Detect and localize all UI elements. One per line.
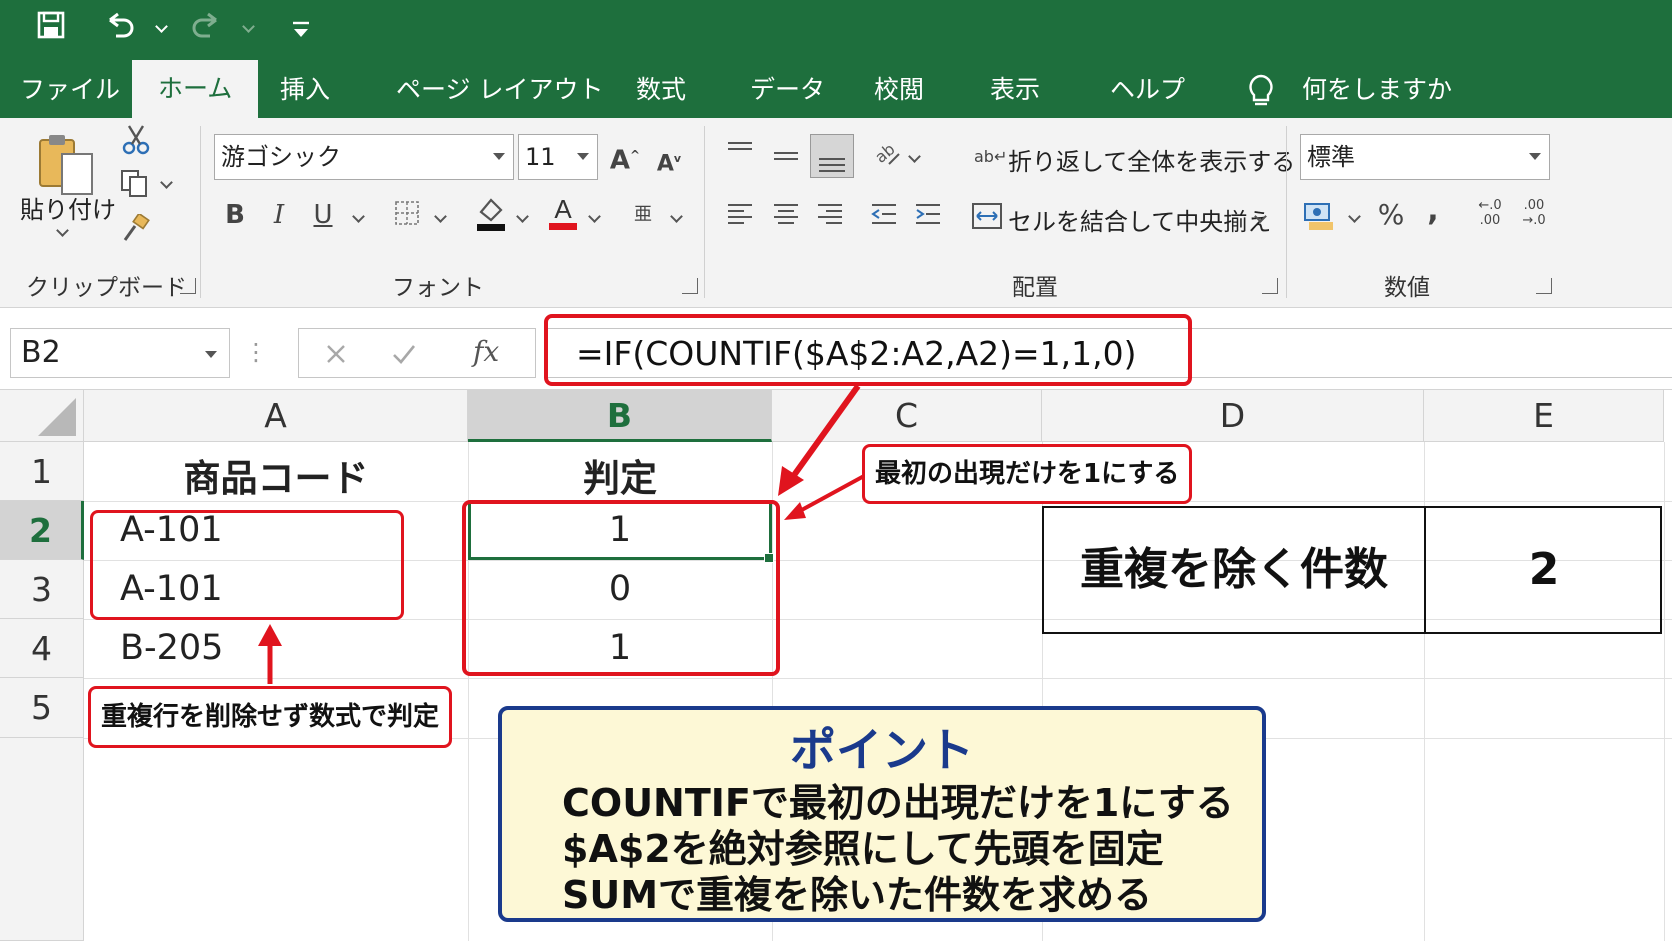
no-delete-callout: 重複行を削除せず数式で判定 (88, 686, 453, 748)
first-occurrence-callout: 最初の出現だけを1にする (862, 444, 1193, 504)
point-title: ポイント (790, 723, 974, 777)
formula-arrow (789, 384, 861, 480)
up-arrowhead (258, 624, 282, 646)
callout-arrowhead (784, 502, 806, 520)
point-box: ポイント COUNTIFで最初の出現だけを1にする $A$2を絶対参照にして先頭… (498, 706, 1266, 922)
callout-arrow (797, 474, 865, 514)
point-line-3: SUMで重複を除いた件数を求める (562, 873, 1153, 917)
